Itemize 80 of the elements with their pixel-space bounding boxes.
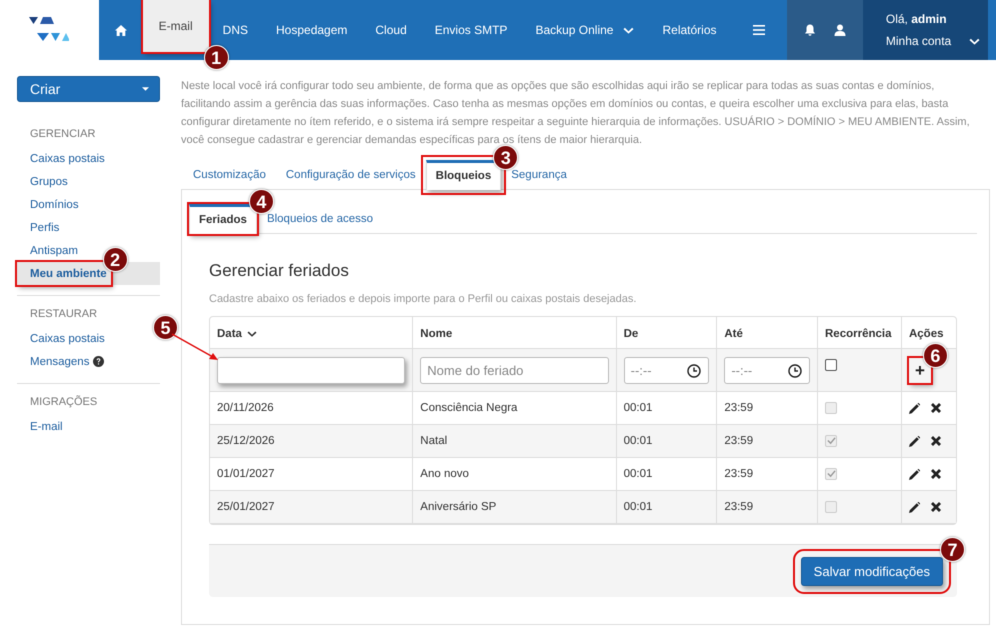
clock-icon [788, 364, 802, 378]
time-field[interactable]: --:-- [624, 356, 710, 384]
callout-badge: 4 [248, 189, 274, 214]
sidebar-item[interactable]: Mensagens [17, 350, 108, 373]
callout-badge: 7 [940, 536, 965, 562]
section-heading: GERENCIAR [29, 128, 96, 140]
clock-icon [687, 364, 702, 378]
callout-badge: 1 [204, 45, 229, 70]
pencil-icon [908, 502, 920, 512]
table-cell: 00:01 [616, 491, 718, 524]
edit-button[interactable] [908, 502, 920, 512]
greeting-text: Olá, admin [886, 12, 948, 26]
menu-icon [752, 25, 765, 35]
nav-tab[interactable]: Hospedagem [262, 0, 362, 60]
section-heading: RESTAURAR [29, 308, 98, 320]
pencil-icon [908, 436, 920, 446]
caret-icon [969, 36, 980, 46]
table-cell: Aniversário SP [413, 491, 617, 524]
section-subtitle: Cadastre abaixo os feriados e depois importe para o Perfil ou caixas postais desejadas. [209, 293, 638, 305]
tab[interactable]: Feriados [189, 204, 257, 234]
column-header: Nome [420, 328, 452, 340]
edit-button[interactable] [908, 436, 920, 446]
checkbox[interactable] [825, 359, 837, 371]
column-header: Até [724, 328, 743, 340]
sidebar-item[interactable]: E-mail [17, 415, 67, 438]
delete-button[interactable] [930, 403, 941, 413]
nav-tab[interactable]: Envios SMTP [420, 0, 522, 60]
time-field[interactable]: --:-- [724, 356, 810, 384]
pencil-icon [908, 402, 920, 414]
nav-tab[interactable]: Cloud [361, 0, 421, 60]
delete-icon [930, 403, 941, 413]
callout-badge: 3 [493, 145, 518, 170]
input-field[interactable] [217, 356, 406, 384]
input-field[interactable]: Nome do feriado [420, 356, 609, 384]
table-cell: 23:59 [717, 425, 818, 458]
section-title: Gerenciar feriados [209, 261, 349, 281]
sidebar-item[interactable]: Caixas postais [17, 147, 109, 170]
bell-icon [804, 24, 816, 36]
table-cell: 23:59 [717, 491, 818, 524]
column-header: Recorrência [825, 328, 892, 340]
sidebar-item[interactable]: Domínios [17, 193, 83, 216]
callout-badge: 5 [153, 314, 178, 340]
tab[interactable]: Configuração de serviços [276, 160, 426, 189]
tab[interactable]: Customização [183, 160, 276, 189]
nav-tab[interactable]: Backup Online [521, 0, 648, 60]
sidebar-item[interactable]: Antispam [17, 239, 82, 262]
create-button[interactable]: Criar [17, 76, 160, 102]
delete-button[interactable] [930, 436, 941, 446]
home-icon [114, 24, 127, 36]
sort-caret-icon [246, 329, 257, 338]
user-icon [834, 24, 846, 36]
section-heading: MIGRAÇÕES [29, 396, 98, 408]
caret-icon [142, 87, 149, 91]
edit-button[interactable] [908, 402, 920, 414]
edit-button[interactable] [908, 468, 920, 480]
caret-icon [623, 25, 634, 35]
delete-button[interactable] [930, 502, 941, 512]
table-cell: 25/01/2027 [210, 491, 414, 524]
sidebar-item[interactable]: Perfis [17, 216, 64, 239]
help-icon [93, 356, 104, 367]
column-header[interactable]: Data [217, 328, 257, 340]
column-header: Ações [908, 328, 944, 340]
account-menu[interactable]: Minha conta [886, 34, 988, 48]
nav-tab[interactable]: Relatórios [648, 0, 731, 60]
callout-badge: 6 [922, 342, 948, 368]
sidebar-item[interactable]: Grupos [17, 170, 72, 193]
delete-button[interactable] [930, 469, 941, 479]
delete-icon [930, 502, 941, 512]
column-header: De [624, 328, 638, 340]
table-cell: Natal [413, 425, 617, 458]
sidebar-item[interactable]: Caixas postais [17, 327, 109, 350]
delete-icon [930, 436, 941, 446]
intro-paragraph: Neste local você irá configurar todo seu ambiente, de forma que as opções que são escolhidas aqui irão se replicar para todas as suas contas e domínios, facilitando assim a gerência das suas informações. Caso tenha as mesmas opções em domínios ou contas, e queira escolher uma exclusiva para elas, basta configurar diretamente no ítem referido, e o sistema irá sempre respeitar a seguinte hierarquia de informações. USUÁRIO > DOMÍNIO > MEU AMBIENTE. Assim, você consegue cadastrar e gerenciar demandas específicas para os ítens de maior hierarquia. [181, 79, 971, 148]
table-cell: 00:01 [616, 425, 718, 458]
nav-tab[interactable]: E-mail [142, 0, 209, 52]
callout-badge: 2 [102, 247, 128, 272]
delete-icon [930, 469, 941, 479]
pencil-icon [908, 468, 920, 480]
table-cell: 25/12/2026 [210, 425, 414, 458]
pointer-arrow [172, 332, 218, 360]
